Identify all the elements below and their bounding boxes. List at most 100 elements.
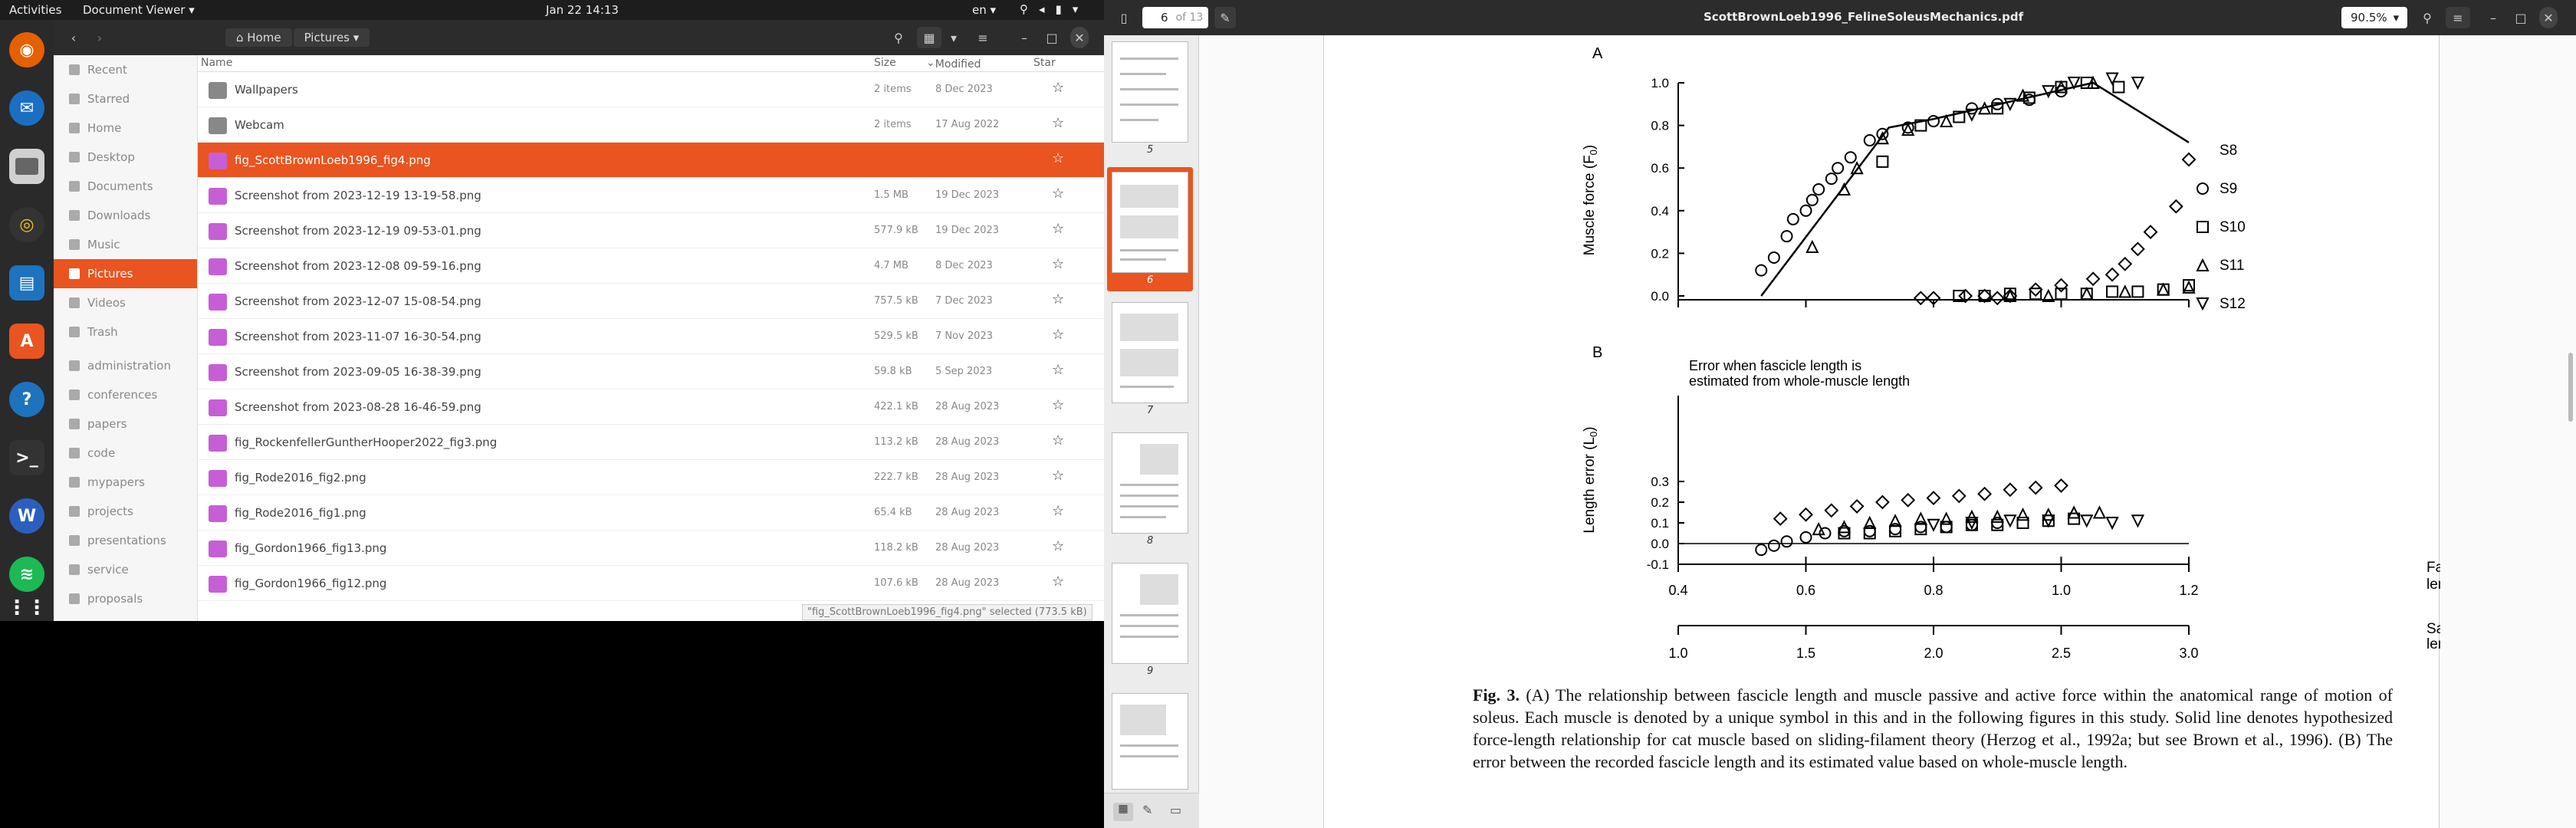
- back-button[interactable]: ‹: [63, 27, 84, 48]
- menu-button[interactable]: ≡: [971, 27, 995, 48]
- star-icon[interactable]: ☆: [1052, 432, 1064, 449]
- sidebar-item-administration[interactable]: administration: [54, 351, 197, 380]
- thumbnail-page-7[interactable]: [1112, 302, 1188, 403]
- zoom-select[interactable]: 90.5% ▾: [2341, 7, 2407, 28]
- close-button[interactable]: ✕: [1070, 27, 1089, 48]
- firefox-icon[interactable]: ◉: [9, 32, 44, 67]
- file-row[interactable]: Screenshot from 2023-11-07 16-30-54.png 5…: [198, 319, 1104, 354]
- sidebar-item-recent[interactable]: Recent: [54, 55, 197, 84]
- sidebar-item-presentations[interactable]: presentations: [54, 526, 197, 555]
- maximize-button[interactable]: □: [2512, 7, 2530, 28]
- annotate-button[interactable]: ✎: [1214, 7, 1236, 28]
- sidebar-item-projects[interactable]: projects: [54, 497, 197, 526]
- star-icon[interactable]: ☆: [1052, 327, 1064, 343]
- minimize-button[interactable]: –: [2484, 7, 2502, 28]
- sidebar-item-mypapers[interactable]: mypapers: [54, 468, 197, 497]
- forward-button[interactable]: ›: [89, 27, 110, 48]
- sidebar-item-papers[interactable]: papers: [54, 409, 197, 439]
- bookmarks-view-button[interactable]: ▭: [1170, 803, 1181, 817]
- column-size[interactable]: Size: [874, 57, 896, 69]
- help-icon[interactable]: ?: [9, 382, 44, 417]
- star-icon[interactable]: ☆: [1052, 115, 1064, 131]
- webex-icon[interactable]: W: [9, 498, 44, 534]
- path-home[interactable]: ⌂ Home: [225, 28, 292, 47]
- file-row[interactable]: Screenshot from 2023-09-05 16-38-39.png 5…: [198, 354, 1104, 389]
- star-icon[interactable]: ☆: [1052, 221, 1064, 237]
- minimize-button[interactable]: –: [1015, 27, 1033, 48]
- column-name[interactable]: Name: [201, 57, 232, 69]
- thumbnail-page-9[interactable]: [1112, 563, 1188, 664]
- column-modified[interactable]: ⌄ Modified: [926, 57, 981, 71]
- file-row[interactable]: fig_Gordon1966_fig12.png 107.6 kB 28 Aug 2…: [198, 566, 1104, 601]
- files-icon[interactable]: [9, 149, 44, 184]
- system-tray[interactable]: ⚲ ◂ ▮ ▾: [1020, 2, 1078, 16]
- star-icon[interactable]: ☆: [1052, 573, 1064, 590]
- star-icon[interactable]: ☆: [1052, 291, 1064, 307]
- sidebar-item-conferences[interactable]: conferences: [54, 380, 197, 409]
- file-row[interactable]: Webcam 2 items 17 Aug 2022 ☆: [198, 107, 1104, 143]
- thumbnail-page-6[interactable]: [1112, 172, 1188, 273]
- star-icon[interactable]: ☆: [1052, 186, 1064, 202]
- view-toggle-button[interactable]: ▦: [917, 27, 941, 48]
- file-row[interactable]: Screenshot from 2023-12-19 09-53-01.png 5…: [198, 213, 1104, 248]
- star-icon[interactable]: ☆: [1052, 362, 1064, 378]
- file-row[interactable]: Screenshot from 2023-12-19 13-19-58.png 1…: [198, 178, 1104, 213]
- thumbnail-page-5[interactable]: [1112, 41, 1188, 143]
- terminal-icon[interactable]: >_: [9, 440, 44, 475]
- sidebar-item-trash[interactable]: Trash: [54, 317, 197, 347]
- sidebar-item-pictures[interactable]: Pictures: [54, 259, 197, 288]
- search-button[interactable]: ⚲: [2415, 7, 2440, 28]
- sidebar-item-desktop[interactable]: Desktop: [54, 143, 197, 172]
- sidebar-item-videos[interactable]: Videos: [54, 288, 197, 317]
- language-indicator[interactable]: en ▾: [972, 3, 996, 17]
- writer-icon[interactable]: ▤: [9, 265, 44, 301]
- sidebar-item-home[interactable]: Home: [54, 113, 197, 143]
- file-row[interactable]: fig_RockenfellerGuntherHooper2022_fig3.p…: [198, 425, 1104, 460]
- star-icon[interactable]: ☆: [1052, 468, 1064, 484]
- software-icon[interactable]: A: [9, 324, 44, 359]
- thumbnails-view-button[interactable]: ▦: [1113, 803, 1133, 821]
- path-pictures[interactable]: Pictures ▾: [293, 28, 370, 47]
- file-row[interactable]: Screenshot from 2023-12-08 09-59-16.png 4…: [198, 248, 1104, 284]
- sidebar-item-starred[interactable]: Starred: [54, 84, 197, 113]
- file-row[interactable]: Screenshot from 2023-12-07 15-08-54.png 7…: [198, 284, 1104, 319]
- show-apps-icon[interactable]: ⋮⋮: [7, 590, 47, 626]
- sidebar-item-label: proposals: [87, 592, 143, 606]
- view-options-button[interactable]: ▾: [943, 27, 964, 48]
- sidebar-toggle-button[interactable]: ▯: [1113, 7, 1135, 28]
- file-row[interactable]: fig_ScottBrownLoeb1996_fig4.png ☆: [198, 143, 1104, 178]
- sidebar-item-documents[interactable]: Documents: [54, 172, 197, 201]
- file-row[interactable]: fig_Rode2016_fig2.png 222.7 kB 28 Aug 2023…: [198, 460, 1104, 495]
- annotations-view-button[interactable]: ✎: [1142, 803, 1152, 817]
- thumbnail-page-8[interactable]: [1112, 432, 1188, 534]
- sidebar-item-downloads[interactable]: Downloads: [54, 201, 197, 230]
- star-icon[interactable]: ☆: [1052, 538, 1064, 554]
- thumbnail-page-10[interactable]: [1112, 693, 1188, 790]
- thunderbird-icon[interactable]: ✉: [9, 90, 44, 126]
- sidebar-item-music[interactable]: Music: [54, 230, 197, 259]
- file-row[interactable]: fig_Rode2016_fig1.png 65.4 kB 28 Aug 2023 ☆: [198, 495, 1104, 531]
- file-row[interactable]: Screenshot from 2023-08-28 16-46-59.png 4…: [198, 389, 1104, 425]
- maximize-button[interactable]: □: [1043, 27, 1061, 48]
- sidebar-item-code[interactable]: code: [54, 439, 197, 468]
- menu-button[interactable]: ≡: [2446, 7, 2470, 28]
- page-number-input[interactable]: 6 of 13: [1142, 7, 1208, 28]
- spotify-icon[interactable]: ≋: [9, 557, 44, 592]
- rhythmbox-icon[interactable]: ◎: [9, 207, 44, 242]
- search-button[interactable]: ⚲: [886, 27, 911, 48]
- column-star[interactable]: Star: [1033, 57, 1056, 69]
- star-icon[interactable]: ☆: [1052, 503, 1064, 519]
- file-row[interactable]: Wallpapers 2 items 8 Dec 2023 ☆: [198, 72, 1104, 107]
- star-icon[interactable]: ☆: [1052, 150, 1064, 166]
- scrollbar[interactable]: [2568, 353, 2573, 422]
- activities-button[interactable]: Activities: [9, 3, 61, 17]
- star-icon[interactable]: ☆: [1052, 256, 1064, 272]
- file-row[interactable]: fig_Gordon1966_fig13.png 118.2 kB 28 Aug 2…: [198, 531, 1104, 566]
- sidebar-item-proposals[interactable]: proposals: [54, 584, 197, 613]
- clock[interactable]: Jan 22 14:13: [546, 3, 619, 17]
- app-menu[interactable]: Document Viewer ▾: [83, 3, 195, 17]
- close-button[interactable]: ✕: [2539, 7, 2558, 28]
- star-icon[interactable]: ☆: [1052, 397, 1064, 413]
- star-icon[interactable]: ☆: [1052, 80, 1064, 96]
- sidebar-item-service[interactable]: service: [54, 555, 197, 584]
